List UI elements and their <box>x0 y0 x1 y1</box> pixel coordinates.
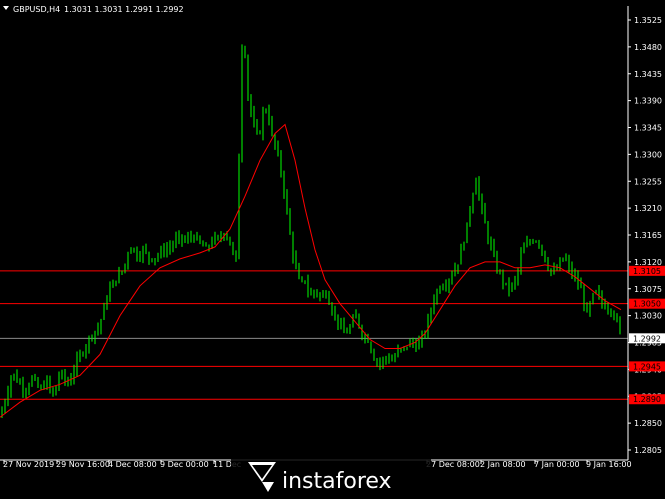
price-tick-label: 1.3480 <box>634 43 662 52</box>
price-tick-label: 1.3390 <box>634 97 662 106</box>
price-tick-label: 1.3120 <box>634 258 662 267</box>
watermark-text: instaforex <box>282 469 392 494</box>
level-tag-label: 1.3105 <box>633 267 661 276</box>
price-tick-label: 1.3075 <box>634 285 662 294</box>
time-tick-label: 29 Nov 16:00 <box>56 460 110 469</box>
price-tick-label: 1.2850 <box>634 419 662 428</box>
chart-header: GBPUSD,H4 1.3031 1.3031 1.2991 1.2992 <box>3 5 184 14</box>
price-chart[interactable]: 1.3525 1.3480 1.3435 1.3390 1.3345 1.3300 1.32… <box>0 0 665 499</box>
price-tick-label: 1.2805 <box>634 446 662 455</box>
time-tick-label: 27 Dec 08:00 <box>426 460 480 469</box>
price-tick-label: 1.3255 <box>634 177 662 186</box>
time-tick-label: 7 Jan 00:00 <box>534 460 580 469</box>
price-tick-label: 1.3210 <box>634 204 662 213</box>
price-tick-label: 1.3030 <box>634 312 662 321</box>
time-tick-label: 4 Dec 08:00 <box>108 460 157 469</box>
time-tick-label: 9 Dec 00:00 <box>160 460 209 469</box>
price-tick-label: 1.3435 <box>634 70 662 79</box>
symbol-label: GBPUSD,H4 <box>13 5 60 14</box>
price-tick-label: 1.3165 <box>634 231 662 240</box>
chart-background <box>0 0 665 499</box>
time-tick-label: 2 Jan 08:00 <box>480 460 526 469</box>
price-tick-label: 1.3345 <box>634 124 662 133</box>
time-tick-label: 27 Nov 2019 <box>3 460 54 469</box>
price-tick-label: 1.3525 <box>634 16 662 25</box>
watermark: instaforex <box>231 458 431 499</box>
level-tag-label: 1.3050 <box>633 300 661 309</box>
price-tick-label: 1.3300 <box>634 150 662 159</box>
current-price-label: 1.2992 <box>633 334 661 343</box>
ohlc-values: 1.3031 1.3031 1.2991 1.2992 <box>64 5 184 14</box>
time-tick-label: 9 Jan 16:00 <box>586 460 632 469</box>
level-tag-label: 1.2890 <box>633 395 661 404</box>
level-tag-label: 1.2945 <box>633 362 661 371</box>
